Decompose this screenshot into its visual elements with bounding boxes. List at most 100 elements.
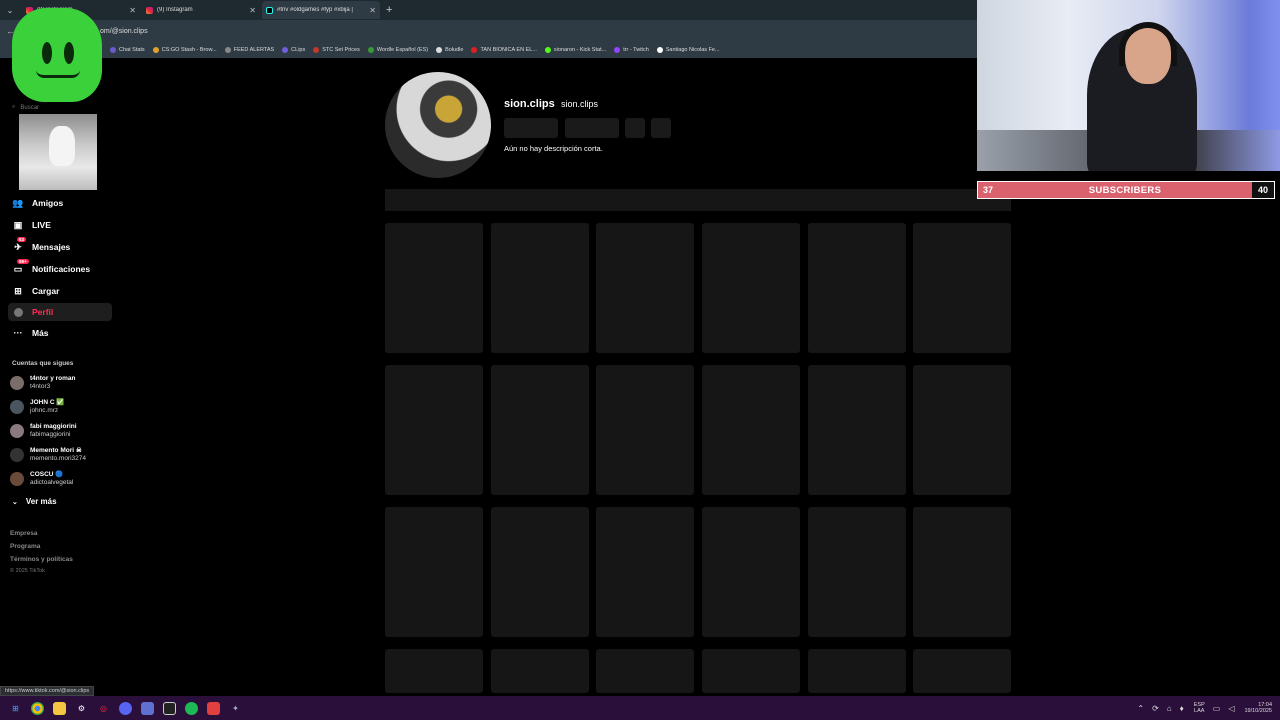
bookmark-item[interactable]: Chat Stats [110, 47, 145, 53]
close-tab-icon[interactable]: ✕ [369, 6, 376, 15]
video-thumbnail-skeleton[interactable] [702, 649, 800, 693]
bookmark-item[interactable]: Wordle Español (ES) [367, 47, 428, 53]
following-item[interactable]: JOHN C ✅ johnc.mrz [10, 399, 64, 415]
video-thumbnail-skeleton[interactable] [385, 507, 483, 637]
bookmarks-bar: Chat Stats CS:GO Stash - Brow... FEED AL… [0, 42, 977, 58]
sidebar-item-mas[interactable]: ··· Más [8, 324, 112, 342]
video-thumbnail-skeleton[interactable] [491, 365, 589, 495]
clock[interactable]: 17:04 19/10/2025 [1244, 702, 1272, 715]
status-url: https://www.tiktok.com/@sion.clips [0, 686, 95, 696]
new-tab-button[interactable]: + [386, 4, 392, 16]
subscriber-goal-bar: 37 SUBSCRIBERS 40 [977, 181, 1275, 199]
opera-icon[interactable]: ◎ [97, 702, 110, 715]
sync-icon[interactable]: ⟳ [1152, 704, 1159, 713]
video-thumbnail-skeleton[interactable] [702, 365, 800, 495]
volume-icon[interactable]: ◁ [1228, 704, 1234, 713]
chrome-icon[interactable] [31, 701, 44, 715]
following-item[interactable]: Memento Mori ☠ memento.mori3274 [10, 447, 86, 463]
sidebar-item-live[interactable]: ▣ LIVE [8, 216, 112, 234]
profile-icon [12, 306, 24, 318]
video-thumbnail-skeleton[interactable] [491, 649, 589, 693]
video-thumbnail-skeleton[interactable] [913, 365, 1011, 495]
sidebar-item-perfil[interactable]: Perfil [8, 303, 112, 321]
following-item[interactable]: COSCU 🔵 adictoalvegetal [10, 471, 73, 487]
video-thumbnail-skeleton[interactable] [808, 507, 906, 637]
video-thumbnail-skeleton[interactable] [385, 223, 483, 353]
mic-icon[interactable]: ♦ [1180, 704, 1184, 713]
browser-tab-2[interactable]: (9) Instagram ✕ [142, 1, 260, 19]
video-thumbnail-skeleton[interactable] [702, 507, 800, 637]
video-thumbnail-skeleton[interactable] [913, 507, 1011, 637]
discord-icon[interactable] [119, 701, 132, 715]
url-input[interactable]: om/@sion.clips [100, 28, 148, 35]
sidebar-item-cargar[interactable]: ⊞ Cargar [8, 282, 112, 300]
sidebar-item-mensajes[interactable]: ✈ 63 Mensajes [8, 237, 112, 256]
video-thumbnail-skeleton[interactable] [596, 649, 694, 693]
address-bar: ← om/@sion.clips [0, 20, 977, 42]
avatar [10, 472, 24, 486]
close-tab-icon[interactable]: ✕ [129, 6, 136, 15]
video-thumbnail-skeleton[interactable] [491, 223, 589, 353]
steam-icon[interactable]: ⚙ [75, 702, 88, 715]
obs-icon[interactable] [163, 701, 176, 715]
bookmark-item[interactable]: trr - Twitch [614, 47, 649, 53]
profile-bio: Aún no hay descripción corta. [504, 144, 603, 153]
chevron-up-icon[interactable]: ⌃ [1137, 704, 1144, 713]
bookmark-item[interactable]: CS:GO Stash - Brow... [152, 47, 217, 53]
ver-mas-button[interactable]: ⌄ Ver más [12, 497, 57, 506]
wolf-image-overlay [19, 114, 97, 190]
bookmark-item[interactable]: TAN BIONICA EN EL... [471, 47, 537, 53]
browser-tab-3[interactable]: #triv #oldgames #fyp #xbija | ✕ [262, 1, 380, 19]
bookmark-item[interactable]: FEED ALERTAS [224, 47, 274, 53]
app-window-icon[interactable] [141, 701, 154, 715]
settings-app-icon[interactable]: ✦ [229, 702, 242, 715]
browser-tab-bar: ⌄ (9) Instagram ✕ (9) Instagram ✕ #triv … [0, 0, 977, 20]
monitor-icon[interactable]: ▭ [1213, 704, 1221, 713]
windows-taskbar: ⊞ ⚙ ◎ ✦ ⌃ ⟳ ⌂ ♦ ESP LAA ▭ ◁ 17:04 19/10/20… [0, 696, 1280, 720]
footer-link-programa[interactable]: Programa [10, 543, 40, 550]
following-title: Cuentas que sigues [12, 360, 74, 367]
search-icon: ⌕ [12, 104, 16, 110]
video-thumbnail-skeleton[interactable] [808, 223, 906, 353]
video-thumbnail-skeleton[interactable] [702, 223, 800, 353]
video-thumbnail-skeleton[interactable] [913, 649, 1011, 693]
footer-link-empresa[interactable]: Empresa [10, 530, 37, 537]
tab-search-icon[interactable]: ⌄ [0, 0, 20, 20]
following-item[interactable]: fabi maggiorini fabimaggiorini [10, 423, 77, 439]
video-thumbnail-skeleton[interactable] [491, 507, 589, 637]
messages-icon: ✈ 63 [14, 237, 27, 252]
chevron-down-icon: ⌄ [12, 498, 18, 506]
streamlabs-icon[interactable] [207, 701, 220, 715]
bookmark-item[interactable]: CLips [282, 47, 305, 53]
video-thumbnail-skeleton[interactable] [913, 223, 1011, 353]
profile-avatar[interactable] [385, 72, 491, 178]
bookmark-item[interactable]: Santiago Nicolas Fe... [656, 47, 720, 53]
file-explorer-icon[interactable] [53, 701, 66, 715]
network-icon[interactable]: ⌂ [1167, 704, 1172, 713]
bookmark-item[interactable]: Boludle [436, 47, 463, 53]
search-input[interactable]: ⌕ Buscar [12, 104, 39, 111]
following-item[interactable]: t4ntor y roman t4ntor3 [10, 375, 76, 391]
sidebar-item-notificaciones[interactable]: ▭ 99+ Notificaciones [8, 259, 112, 278]
tab-title: (9) Instagram [157, 7, 193, 13]
bookmark-item[interactable]: sionaron - Kick Stat... [544, 47, 606, 53]
close-tab-icon[interactable]: ✕ [249, 6, 256, 15]
video-thumbnail-skeleton[interactable] [596, 365, 694, 495]
tiktok-icon [266, 6, 273, 14]
video-thumbnail-skeleton[interactable] [808, 649, 906, 693]
windows-start-icon[interactable]: ⊞ [9, 702, 22, 715]
video-thumbnail-skeleton[interactable] [385, 649, 483, 693]
tab-title: #triv #oldgames #fyp #xbija | [277, 7, 353, 13]
upload-icon: ⊞ [14, 285, 22, 296]
language-indicator[interactable]: ESP LAA [1194, 702, 1205, 714]
footer-link-terminos[interactable]: Términos y políticas [10, 556, 73, 563]
video-thumbnail-skeleton[interactable] [808, 365, 906, 495]
sidebar-item-amigos[interactable]: 👥 Amigos [8, 194, 112, 212]
bookmark-item[interactable]: STC Set Prices [313, 47, 360, 53]
video-thumbnail-skeleton[interactable] [596, 223, 694, 353]
instagram-icon [146, 6, 153, 14]
video-thumbnail-skeleton[interactable] [385, 365, 483, 495]
settings-button-skeleton [625, 118, 645, 138]
spotify-icon[interactable] [185, 701, 198, 715]
video-thumbnail-skeleton[interactable] [596, 507, 694, 637]
